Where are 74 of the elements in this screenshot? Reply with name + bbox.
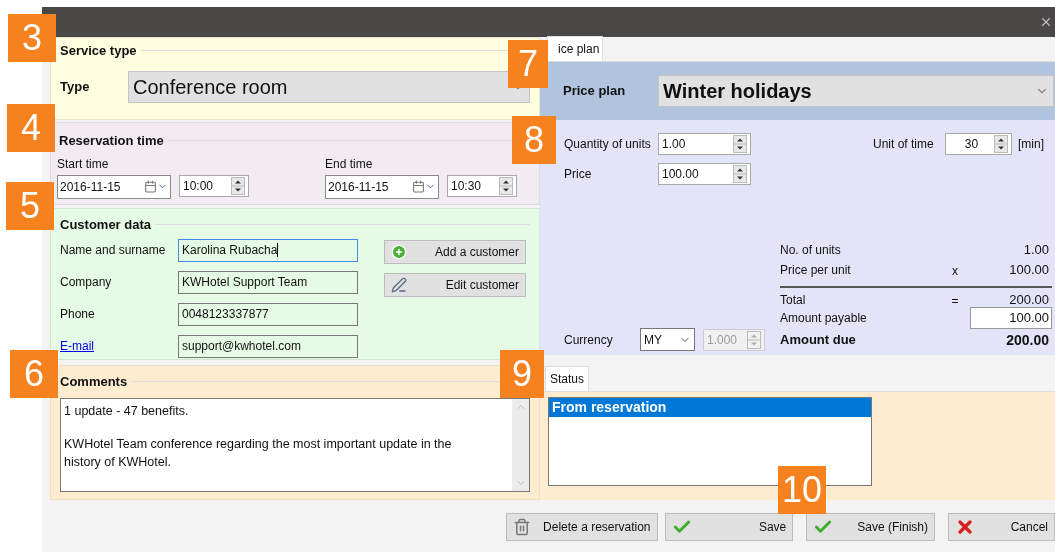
summary-label: Amount due: [780, 331, 857, 350]
price-plan-label: Price plan: [563, 82, 627, 101]
status-item[interactable]: From reservation: [549, 398, 871, 417]
customer-button[interactable]: Edit customer: [384, 272, 526, 297]
comments-field[interactable]: 1 update - 47 benefits. KWHotel Team conference regarding the most important update in the history of KWHotel.: [60, 397, 530, 492]
summary-label: Amount payable: [780, 310, 868, 327]
pen-icon: [391, 276, 407, 293]
summary-label: No. of units: [780, 242, 842, 259]
operator-sign: x: [952, 264, 958, 278]
unit-of-time-field[interactable]: 30: [945, 133, 1012, 155]
time-label: End time: [325, 155, 374, 173]
status-tab[interactable]: Status: [545, 366, 590, 391]
price-plan-dropdown[interactable]: Winter holidays: [658, 75, 1054, 107]
date-field[interactable]: 2016-11-15: [57, 174, 171, 199]
time-label: Start time: [57, 155, 110, 173]
group-legend: Comments: [60, 372, 128, 392]
calendar-icon[interactable]: [412, 180, 425, 193]
plus-circle-icon: [391, 243, 407, 260]
callout-number: 3: [8, 14, 56, 62]
group-legend: Reservation time: [59, 131, 164, 151]
group-legend: Customer data: [60, 215, 152, 235]
price-field[interactable]: 100.00: [658, 163, 751, 185]
unit-label: [min]: [1018, 136, 1044, 153]
summary-label: Total: [780, 291, 807, 309]
trash-icon: [513, 518, 531, 536]
callout-number: 6: [10, 350, 58, 398]
currency-dropdown[interactable]: MY: [640, 328, 695, 351]
time-field[interactable]: 10:00: [179, 174, 249, 197]
customer-field[interactable]: 0048123337877: [178, 302, 358, 326]
currency-label: Currency: [564, 331, 614, 349]
unit-of-time-label: Unit of time: [873, 136, 935, 153]
callout-number: 10: [778, 466, 826, 514]
spinner-arrows-icon[interactable]: [994, 135, 1008, 153]
spinner-arrows-icon[interactable]: [499, 176, 513, 195]
quantity-label: Quantity of units: [564, 136, 652, 153]
calendar-icon[interactable]: [144, 180, 157, 193]
customer-field[interactable]: Karolina Rubacha: [178, 238, 358, 262]
field-label: Name and surname: [60, 242, 167, 259]
callout-number: 9: [500, 350, 544, 398]
customer-field[interactable]: support@kwhotel.com: [178, 334, 358, 358]
price-label: Price: [564, 166, 593, 183]
callout-number: 5: [6, 182, 54, 230]
summary-value: 200.00: [1008, 290, 1050, 309]
callout-number: 8: [512, 116, 556, 164]
summary-label: Price per unit: [780, 262, 852, 279]
spinner-arrows-icon[interactable]: [231, 176, 245, 195]
footer-button[interactable]: Cancel: [948, 513, 1055, 541]
comment-text: 1 update - 47 benefits.: [64, 402, 190, 420]
close-icon[interactable]: [1039, 15, 1053, 29]
group-legend: Service type: [60, 41, 137, 61]
quantity-field[interactable]: 1.00: [658, 133, 751, 155]
footer-button[interactable]: Save (Finish): [806, 513, 935, 541]
footer-button[interactable]: Delete a reservation: [506, 513, 658, 541]
field-label: Phone: [60, 306, 96, 323]
spinner-arrows-icon[interactable]: [733, 135, 747, 153]
email-link[interactable]: E-mail: [60, 337, 178, 355]
type-label: Type: [60, 77, 91, 96]
operator-sign: =: [951, 293, 959, 308]
cross-icon: [955, 517, 975, 537]
comment-text: KWHotel Team conference regarding the most important update in the history of KWHotel.: [64, 435, 453, 471]
field-label: Company: [60, 274, 113, 291]
spinner-arrows-icon[interactable]: [733, 165, 747, 183]
callout-number: 7: [508, 40, 548, 88]
time-field[interactable]: 10:30: [447, 174, 517, 197]
summary-value: 200.00: [1005, 330, 1050, 350]
price-plan-tab[interactable]: ice plan: [547, 36, 604, 61]
callout-number: 4: [7, 104, 55, 152]
date-field[interactable]: 2016-11-15: [325, 174, 439, 199]
footer-button[interactable]: Save: [664, 513, 794, 541]
summary-value: 1.00: [1022, 241, 1050, 260]
customer-button[interactable]: Add a customer: [384, 239, 526, 264]
customer-field[interactable]: KWHotel Support Team: [178, 270, 358, 294]
amount-payable-field[interactable]: 100.00: [970, 307, 1052, 329]
summary-value: 100.00: [1008, 261, 1050, 280]
